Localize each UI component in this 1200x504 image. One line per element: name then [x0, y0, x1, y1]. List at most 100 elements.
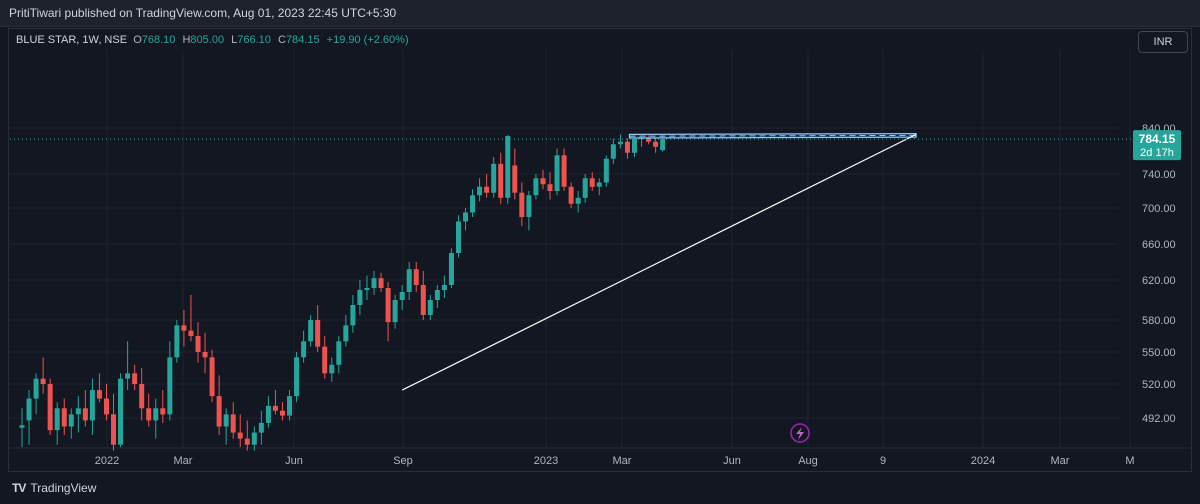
change-value: +19.90 (+2.60%)	[326, 34, 409, 46]
time-tick-label: M	[1125, 455, 1134, 467]
candle-body	[223, 414, 229, 427]
candle-body	[589, 178, 595, 187]
candle-body	[139, 384, 145, 409]
candle-body	[498, 163, 504, 198]
candle-body	[660, 139, 666, 151]
candle-body	[40, 378, 46, 384]
candle-body	[265, 405, 271, 423]
candle-body	[111, 414, 117, 445]
candle-body	[26, 398, 32, 421]
candle-body	[385, 288, 391, 323]
candle-body	[420, 285, 426, 315]
candle-body	[441, 285, 447, 290]
price-tick-label: 740.00	[1142, 169, 1176, 181]
candle-body	[505, 136, 511, 198]
candle-body	[561, 155, 567, 187]
candle-body	[512, 165, 518, 193]
time-tick-label: Mar	[613, 455, 632, 467]
candle-body	[554, 155, 560, 191]
candle-body	[547, 184, 553, 191]
candle-body	[287, 396, 293, 416]
candle-body	[75, 408, 81, 415]
candle-body	[350, 305, 356, 326]
candle-body	[322, 346, 328, 374]
price-tick-label: 550.00	[1142, 347, 1176, 359]
candle-body	[610, 144, 616, 159]
candle-body	[19, 425, 25, 428]
bar-countdown-label: 2d 17h	[1140, 147, 1174, 159]
footer	[0, 472, 1200, 504]
currency-button[interactable]: INR	[1138, 31, 1188, 53]
candle-body	[378, 278, 384, 288]
candle-body	[216, 396, 222, 427]
candle-body	[603, 158, 609, 183]
low-value: 766.10	[237, 34, 271, 46]
candle-body	[646, 138, 652, 142]
candle-body	[89, 390, 95, 421]
candle-body	[202, 352, 208, 358]
time-tick-label: 2023	[534, 455, 558, 467]
candle-body	[82, 408, 88, 421]
candle-body	[96, 390, 102, 399]
time-tick-label: Aug	[798, 455, 818, 467]
time-tick-label: Jun	[285, 455, 303, 467]
candle-body	[653, 141, 659, 147]
candle-body	[174, 325, 180, 358]
high-value: 805.00	[190, 34, 225, 46]
candle-body	[272, 405, 278, 411]
ohlc-legend: BLUE STAR, 1W, NSE O768.10 H805.00 L766.…	[16, 34, 413, 46]
candle-body	[301, 341, 307, 358]
candle-body	[617, 141, 623, 145]
candle-body	[181, 325, 187, 331]
candle-body	[33, 378, 39, 399]
symbol-label[interactable]: BLUE STAR, 1W, NSE	[16, 34, 127, 46]
candle-body	[596, 182, 602, 187]
candle-body	[357, 290, 363, 305]
candle-body	[146, 408, 152, 421]
close-label: C	[277, 34, 286, 46]
time-tick-label: Mar	[1051, 455, 1070, 467]
candle-body	[455, 221, 461, 253]
current-price-label: 784.15	[1139, 132, 1176, 146]
candle-body	[568, 186, 574, 204]
candlestick-chart[interactable]: 2022 Mar Jun Sep 2023 Mar Jun Aug 9 2024 Mar M840.0…	[0, 0, 1200, 504]
time-tick-label: 9	[880, 455, 886, 467]
candle-body	[132, 373, 138, 384]
candle-body	[54, 408, 60, 431]
candle-body	[448, 253, 454, 285]
time-tick-label: Mar	[174, 455, 193, 467]
candle-body	[209, 357, 215, 397]
candle-body	[308, 320, 314, 342]
candle-body	[195, 336, 201, 352]
candle-body	[399, 292, 405, 300]
candle-body	[526, 195, 532, 217]
candle-body	[582, 178, 588, 198]
price-tick-label: 520.00	[1142, 379, 1176, 391]
candle-body	[484, 186, 490, 193]
open-label: O	[133, 34, 142, 46]
candle-body	[336, 341, 342, 365]
candle-body	[118, 378, 124, 445]
price-tick-label: 492.00	[1142, 413, 1176, 425]
candle-body	[364, 288, 370, 290]
candle-body	[244, 438, 250, 445]
price-tick-label: 580.00	[1142, 315, 1176, 327]
candle-body	[371, 278, 377, 288]
candle-body	[153, 408, 159, 421]
brand[interactable]: TV TradingView	[12, 481, 96, 495]
brand-name: TradingView	[30, 481, 97, 495]
candle-body	[329, 364, 335, 374]
candle-body	[477, 186, 483, 196]
candle-body	[315, 320, 321, 347]
candle-body	[230, 414, 236, 433]
candle-body	[491, 163, 497, 193]
candle-body	[631, 139, 637, 153]
candle-body	[470, 195, 476, 213]
candle-body	[160, 408, 166, 415]
time-tick-label: 2024	[971, 455, 995, 467]
close-value: 784.15	[285, 34, 320, 46]
candle-body	[533, 178, 539, 196]
price-tick-label: 660.00	[1142, 239, 1176, 251]
candle-body	[167, 357, 173, 415]
time-tick-label: Sep	[393, 455, 413, 467]
